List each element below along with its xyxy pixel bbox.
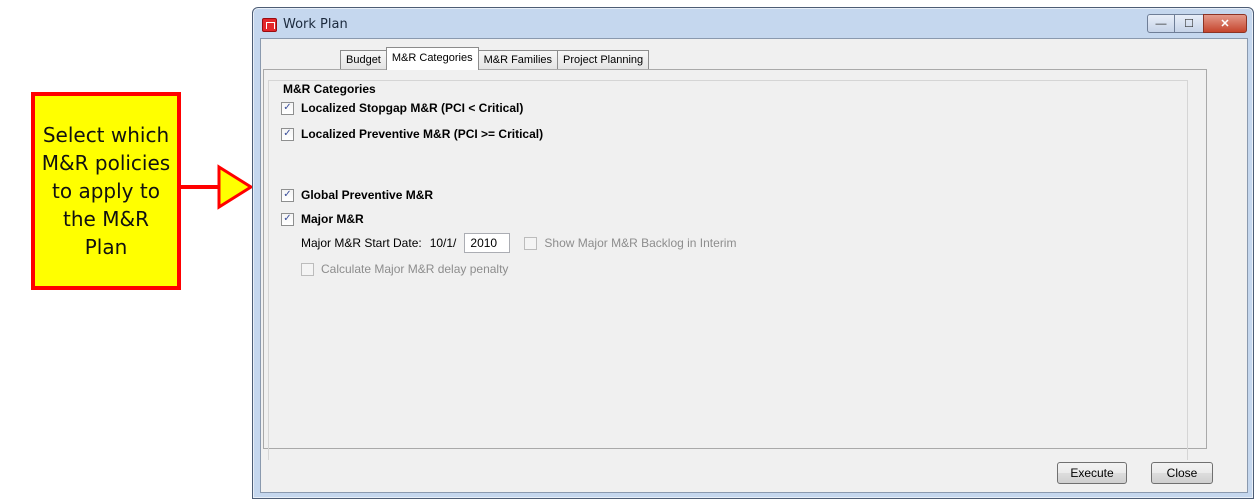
mr-categories-group: M&R Categories ✓ Localized Stopgap M&R (… xyxy=(268,80,1188,460)
penalty-row[interactable]: Calculate Major M&R delay penalty xyxy=(301,262,508,276)
maximize-icon: ☐ xyxy=(1184,18,1194,30)
preventive-checkbox[interactable]: ✓ xyxy=(281,127,294,141)
right-strip xyxy=(1207,69,1247,449)
annotation-callout: Select which M&R policies to apply to th… xyxy=(31,92,181,290)
preventive-label: Localized Preventive M&R (PCI >= Critica… xyxy=(301,127,544,141)
start-date-prefix: 10/1/ xyxy=(429,236,457,250)
window-client-area: Budget M&R Categories M&R Families Proje… xyxy=(260,38,1248,493)
work-plan-window: Work Plan — ☐ ✕ Budget M&R Categories M&… xyxy=(252,7,1254,499)
option-preventive[interactable]: ✓ Localized Preventive M&R (PCI >= Criti… xyxy=(281,127,543,141)
penalty-checkbox[interactable] xyxy=(301,262,314,276)
minimize-icon: — xyxy=(1155,17,1167,30)
title-bar[interactable]: Work Plan — ☐ ✕ xyxy=(253,8,1253,38)
penalty-label: Calculate Major M&R delay penalty xyxy=(321,262,509,276)
stopgap-label: Localized Stopgap M&R (PCI < Critical) xyxy=(301,101,524,115)
start-date-label: Major M&R Start Date: xyxy=(301,236,422,250)
backlog-checkbox[interactable] xyxy=(524,236,538,250)
option-major[interactable]: ✓ Major M&R xyxy=(281,212,364,226)
execute-button[interactable]: Execute xyxy=(1057,462,1127,484)
major-label: Major M&R xyxy=(301,212,364,226)
tab-panel-mr-categories: M&R Categories ✓ Localized Stopgap M&R (… xyxy=(263,69,1207,460)
tab-strip: Budget M&R Categories M&R Families Proje… xyxy=(340,47,650,70)
global-label: Global Preventive M&R xyxy=(301,188,434,202)
callout-text: Select which M&R policies to apply to th… xyxy=(41,123,171,259)
option-global[interactable]: ✓ Global Preventive M&R xyxy=(281,188,433,202)
option-stopgap[interactable]: ✓ Localized Stopgap M&R (PCI < Critical) xyxy=(281,101,523,115)
tab-mr-categories[interactable]: M&R Categories xyxy=(385,47,479,70)
minimize-button[interactable]: — xyxy=(1147,14,1175,33)
window-controls: — ☐ ✕ xyxy=(1147,14,1247,33)
global-checkbox[interactable]: ✓ xyxy=(281,188,294,202)
screen: Select which M&R policies to apply to th… xyxy=(0,0,1257,502)
major-checkbox[interactable]: ✓ xyxy=(281,212,294,226)
close-button[interactable]: Close xyxy=(1151,462,1213,484)
start-year-input[interactable] xyxy=(464,233,511,253)
window-title: Work Plan xyxy=(283,17,348,32)
major-start-date-row: Major M&R Start Date: 10/1/ Show Major M… xyxy=(301,233,736,253)
stopgap-checkbox[interactable]: ✓ xyxy=(281,101,294,115)
close-icon: ✕ xyxy=(1220,18,1230,30)
tab-budget[interactable]: Budget xyxy=(340,50,387,70)
app-icon xyxy=(262,18,277,32)
close-window-button[interactable]: ✕ xyxy=(1203,14,1247,33)
callout-arrow-icon xyxy=(181,164,253,210)
tab-mr-families[interactable]: M&R Families xyxy=(477,50,559,70)
backlog-label: Show Major M&R Backlog in Interim xyxy=(544,236,737,250)
group-legend: M&R Categories xyxy=(281,82,378,96)
tab-project-planning[interactable]: Project Planning xyxy=(557,50,650,70)
maximize-button[interactable]: ☐ xyxy=(1175,14,1203,33)
